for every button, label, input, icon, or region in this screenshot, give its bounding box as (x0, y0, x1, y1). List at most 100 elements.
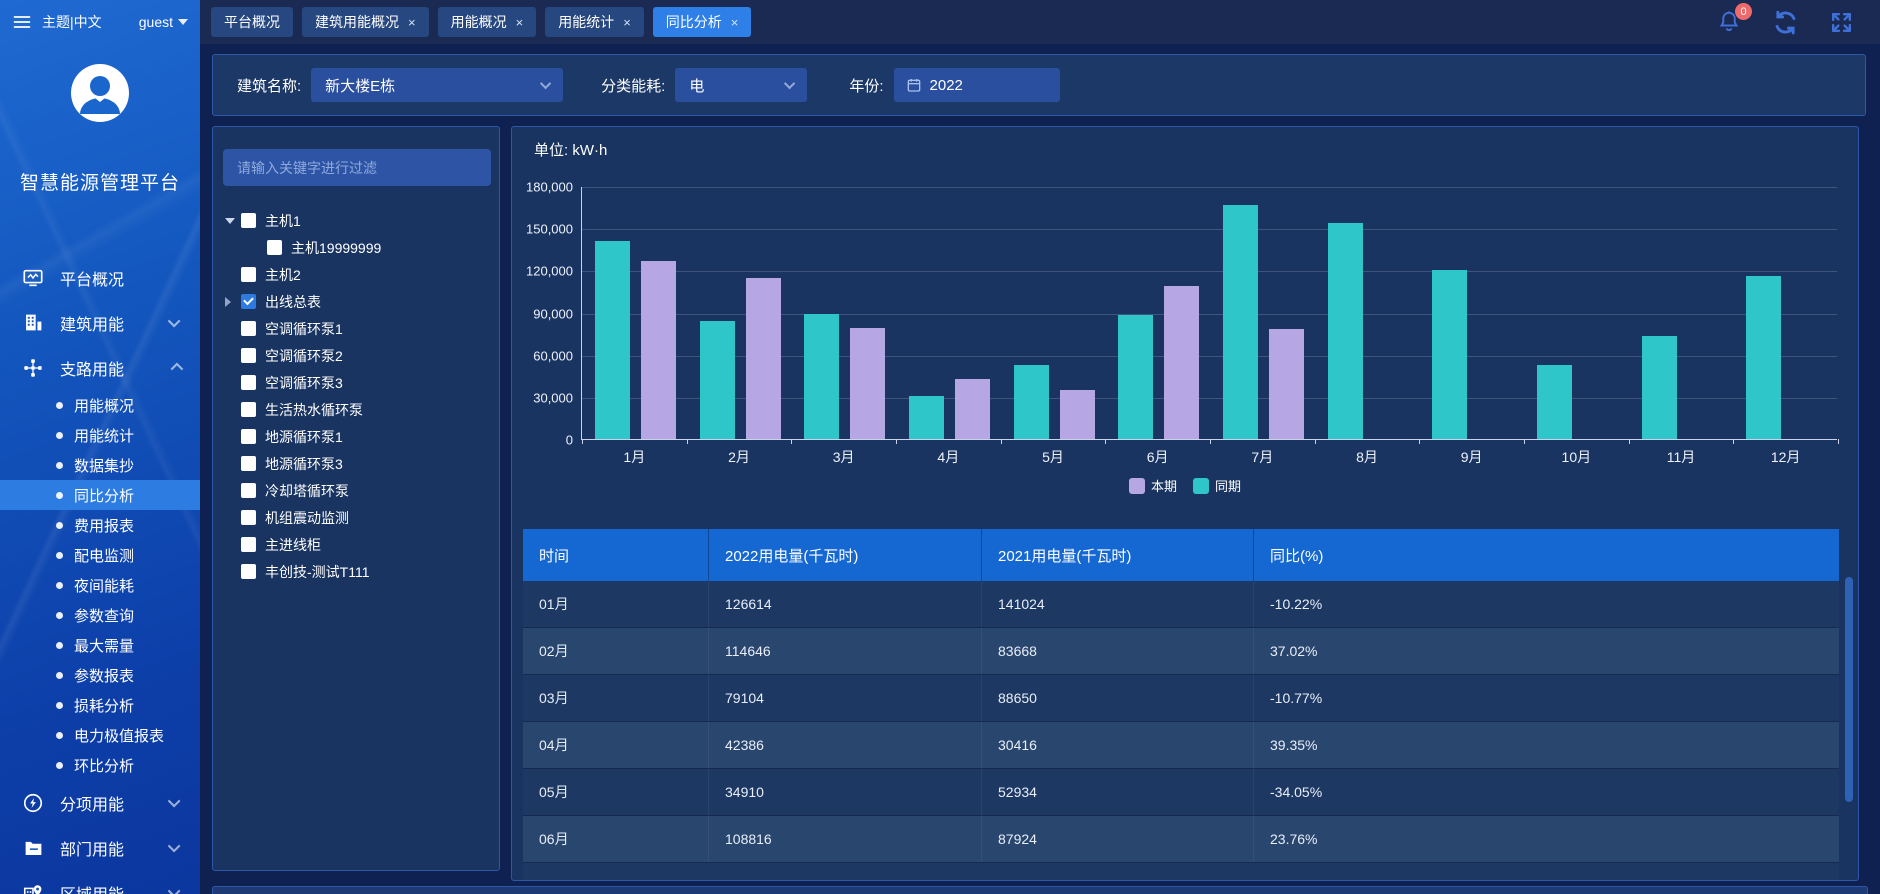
tab-close-icon[interactable]: × (731, 16, 739, 29)
tree-item-主进线柜[interactable]: 主进线柜 (213, 531, 499, 558)
tab-用能概况[interactable]: 用能概况× (438, 7, 537, 37)
table-cell: 01月 (523, 581, 709, 627)
tree-item-label: 主机2 (265, 265, 301, 285)
sidebar-item-分项用能[interactable]: 分项用能 (0, 780, 200, 825)
legend-item-同期[interactable]: 同期 (1193, 476, 1241, 495)
notification-bell-icon[interactable]: 0 (1716, 9, 1742, 35)
bar-同期-7月 (1223, 205, 1258, 439)
bar-同期-5月 (1014, 365, 1049, 439)
sidebar-item-最大需量[interactable]: 最大需量 (0, 630, 200, 660)
tree-item-label: 空调循环泵1 (265, 319, 343, 339)
sidebar-item-用能概况[interactable]: 用能概况 (0, 390, 200, 420)
tree-checkbox[interactable] (241, 429, 256, 444)
sidebar-item-支路用能[interactable]: 支路用能 (0, 345, 200, 390)
sidebar-item-参数查询[interactable]: 参数查询 (0, 600, 200, 630)
tree-checkbox[interactable] (241, 564, 256, 579)
sidebar-item-损耗分析[interactable]: 损耗分析 (0, 690, 200, 720)
table-cell: 114646 (709, 628, 982, 674)
tree-item-label: 出线总表 (265, 292, 321, 312)
tree-item-空调循环泵3[interactable]: 空调循环泵3 (213, 369, 499, 396)
tree-checkbox[interactable] (241, 456, 256, 471)
tree-item-主机2[interactable]: 主机2 (213, 261, 499, 288)
tree-item-空调循环泵1[interactable]: 空调循环泵1 (213, 315, 499, 342)
tab-close-icon[interactable]: × (516, 16, 524, 29)
tree-checkbox[interactable] (241, 537, 256, 552)
building-select[interactable]: 新大楼E栋 (311, 68, 563, 102)
sidebar-item-夜间能耗[interactable]: 夜间能耗 (0, 570, 200, 600)
device-tree: 主机1主机19999999 主机2 出线总表空调循环泵1 空调循环泵2空调循环泵3生活… (213, 207, 499, 585)
tree-checkbox[interactable] (241, 267, 256, 282)
tree-item-冷却塔循环泵[interactable]: 冷却塔循环泵 (213, 477, 499, 504)
bullet-icon (56, 702, 63, 709)
table-cell: -10.77% (1254, 675, 1839, 721)
bar-本期-2月 (746, 278, 781, 439)
user-menu[interactable]: guest (139, 14, 188, 30)
sidebar-item-环比分析[interactable]: 环比分析 (0, 750, 200, 780)
theme-language-switcher[interactable]: 主题|中文 (42, 12, 102, 32)
tree-item-主机1[interactable]: 主机1 (213, 207, 499, 234)
x-axis-tick-label: 2月 (687, 447, 792, 467)
tab-close-icon[interactable]: × (408, 16, 416, 29)
tree-item-地源循环泵1[interactable]: 地源循环泵1 (213, 423, 499, 450)
tree-item-出线总表[interactable]: 出线总表 (213, 288, 499, 315)
sidebar-item-数据集抄[interactable]: 数据集抄 (0, 450, 200, 480)
tree-item-生活热水循环泵[interactable]: 生活热水循环泵 (213, 396, 499, 423)
table-cell: 37.02% (1254, 628, 1839, 674)
sidebar-item-电力极值报表[interactable]: 电力极值报表 (0, 720, 200, 750)
tree-checkbox[interactable] (241, 294, 256, 309)
bar-同期-9月 (1432, 270, 1467, 439)
sidebar-item-建筑用能[interactable]: 建筑用能 (0, 300, 200, 345)
caret-expanded-icon[interactable] (225, 218, 235, 224)
sidebar: 主题|中文 guest 智慧能源管理平台 平台概况建筑用能支路用能用能概况用能统… (0, 0, 200, 894)
sidebar-item-区域用能[interactable]: 区域用能 (0, 870, 200, 894)
sidebar-item-部门用能[interactable]: 部门用能 (0, 825, 200, 870)
sidebar-item-同比分析[interactable]: 同比分析 (0, 480, 200, 510)
table-cell: 34910 (709, 769, 982, 815)
sidebar-item-平台概况[interactable]: 平台概况 (0, 255, 200, 300)
tree-checkbox[interactable] (241, 510, 256, 525)
caret-collapsed-icon[interactable] (225, 297, 231, 307)
tree-checkbox[interactable] (241, 213, 256, 228)
tree-checkbox[interactable] (241, 348, 256, 363)
energy-type-select[interactable]: 电 (675, 68, 807, 102)
chevron-down-icon (168, 315, 181, 328)
tree-checkbox[interactable] (241, 402, 256, 417)
tab-close-icon[interactable]: × (623, 16, 631, 29)
bar-本期-4月 (955, 379, 990, 439)
tab-同比分析[interactable]: 同比分析× (653, 7, 752, 37)
refresh-icon[interactable] (1772, 9, 1799, 36)
tree-checkbox[interactable] (241, 483, 256, 498)
tree-checkbox[interactable] (267, 240, 282, 255)
tab-平台概况[interactable]: 平台概况 (211, 7, 293, 37)
tree-item-机组震动监测[interactable]: 机组震动监测 (213, 504, 499, 531)
year-picker[interactable]: 2022 (894, 68, 1060, 102)
sidebar-item-label: 损耗分析 (74, 695, 134, 716)
chevron-down-icon (168, 795, 181, 808)
tree-checkbox[interactable] (241, 375, 256, 390)
bar-同期-6月 (1118, 315, 1153, 439)
sidebar-item-费用报表[interactable]: 费用报表 (0, 510, 200, 540)
tab-label: 建筑用能概况 (315, 12, 399, 32)
sidebar-item-label: 部门用能 (60, 836, 124, 860)
bar-同期-3月 (804, 314, 839, 439)
table-cell: 52934 (982, 769, 1254, 815)
tree-item-地源循环泵3[interactable]: 地源循环泵3 (213, 450, 499, 477)
sidebar-item-用能统计[interactable]: 用能统计 (0, 420, 200, 450)
hamburger-menu-icon[interactable] (12, 12, 32, 32)
table-scrollbar[interactable] (1845, 577, 1853, 802)
tree-item-丰创技-测试T111[interactable]: 丰创技-测试T111 (213, 558, 499, 585)
column-header-2021用电量(千瓦时): 2021用电量(千瓦时) (982, 529, 1254, 581)
device-tree-panel: 请输入关键字进行过滤 主机1主机19999999 主机2 出线总表空调循环泵1 空调循… (212, 126, 500, 871)
tab-建筑用能概况[interactable]: 建筑用能概况 × (302, 7, 429, 37)
chart-legend: 本期同期 (512, 476, 1858, 495)
sidebar-item-参数报表[interactable]: 参数报表 (0, 660, 200, 690)
tree-filter-input[interactable]: 请输入关键字进行过滤 (223, 149, 491, 186)
tree-item-label: 丰创技-测试T111 (265, 562, 370, 582)
legend-item-本期[interactable]: 本期 (1129, 476, 1177, 495)
tree-checkbox[interactable] (241, 321, 256, 336)
fullscreen-icon[interactable] (1829, 10, 1854, 35)
tab-用能统计[interactable]: 用能统计× (545, 7, 644, 37)
tree-item-主机19999999[interactable]: 主机19999999 (213, 234, 499, 261)
sidebar-item-配电监测[interactable]: 配电监测 (0, 540, 200, 570)
tree-item-空调循环泵2[interactable]: 空调循环泵2 (213, 342, 499, 369)
